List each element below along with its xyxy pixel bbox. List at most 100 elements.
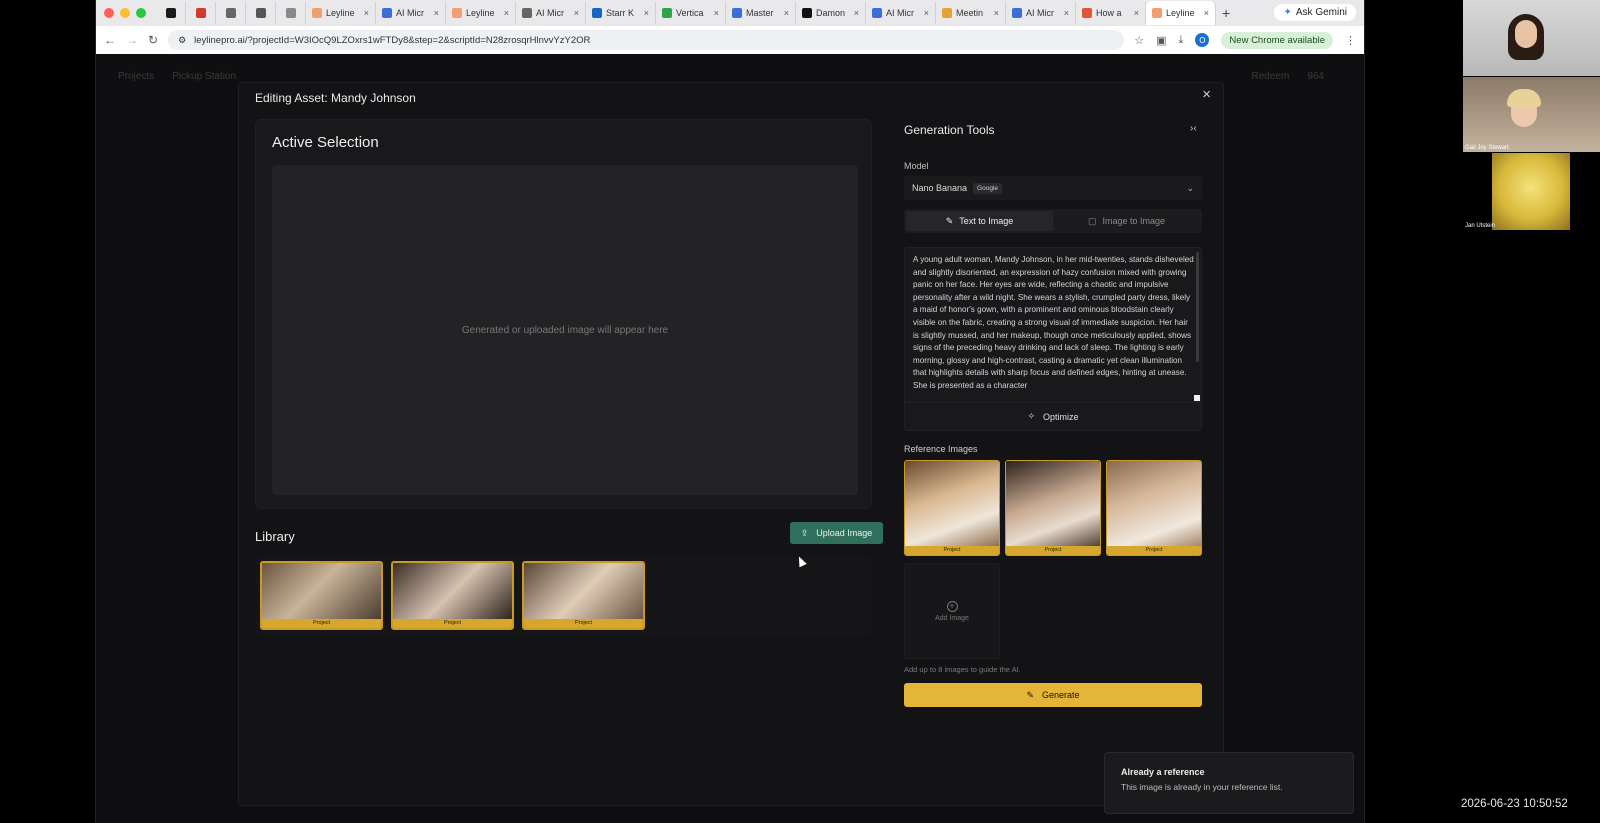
- forward-icon[interactable]: →: [126, 33, 138, 47]
- participant-hair: [1507, 89, 1541, 107]
- collapse-icon[interactable]: ›‹: [1190, 123, 1197, 134]
- generate-button[interactable]: ✎ Generate: [904, 683, 1202, 707]
- browser-tab[interactable]: [276, 2, 306, 24]
- tab-close-icon[interactable]: ×: [924, 8, 929, 18]
- browser-tab[interactable]: AI Micr ×: [866, 2, 936, 24]
- library-item[interactable]: Project: [260, 561, 383, 630]
- tab-favicon-icon: [732, 8, 742, 18]
- browser-tab[interactable]: Meetin ×: [936, 2, 1006, 24]
- recording-timestamp: 2026-06-23 10:50:52: [1461, 798, 1568, 810]
- add-image-button[interactable]: + Add Image: [904, 563, 1000, 659]
- address-bar: ← → ↻ ⚙ leylinepro.ai/?projectId=W3IOcQ9…: [96, 26, 1364, 54]
- tab-favicon-icon: [195, 8, 206, 18]
- nav-projects[interactable]: Projects: [118, 71, 154, 82]
- tab-text-to-image-label: Text to Image: [959, 216, 1014, 226]
- tab-close-icon[interactable]: ×: [504, 8, 509, 18]
- browser-window: Leyline × AI Micr × Leyline × AI Micr × Starr K ×…: [95, 0, 1365, 823]
- reference-images-label: Reference Images: [904, 444, 978, 454]
- bookmark-star-icon[interactable]: ☆: [1134, 34, 1144, 47]
- tab-close-icon[interactable]: ×: [714, 8, 719, 18]
- magic-wand-icon: ✎: [945, 215, 954, 226]
- tab-close-icon[interactable]: ×: [784, 8, 789, 18]
- menu-kebab-icon[interactable]: ⋮: [1345, 34, 1356, 47]
- tab-label: Vertica: [676, 8, 704, 18]
- screen-icon[interactable]: ▣: [1156, 34, 1166, 47]
- prompt-text[interactable]: A young adult woman, Mandy Johnson, in h…: [913, 254, 1195, 400]
- download-icon[interactable]: ⤓: [1179, 34, 1184, 47]
- url-field[interactable]: ⚙ leylinepro.ai/?projectId=W3IOcQ9LZOxrs…: [168, 30, 1125, 50]
- browser-tab[interactable]: Vertica ×: [656, 2, 726, 24]
- prompt-textarea[interactable]: A young adult woman, Mandy Johnson, in h…: [904, 247, 1202, 431]
- image-preview-area[interactable]: Generated or uploaded image will appear …: [272, 165, 858, 495]
- browser-tab[interactable]: [156, 2, 186, 24]
- library-item[interactable]: Project: [391, 561, 514, 630]
- maximize-window-button[interactable]: [136, 8, 146, 18]
- tab-close-icon[interactable]: ×: [1064, 8, 1069, 18]
- browser-tab[interactable]: Starr K ×: [586, 2, 656, 24]
- tab-favicon-icon: [872, 8, 882, 18]
- browser-tab[interactable]: How a ×: [1076, 2, 1146, 24]
- tab-image-to-image[interactable]: ▢ Image to Image: [1053, 211, 1200, 231]
- tab-close-icon[interactable]: ×: [644, 8, 649, 18]
- tab-text-to-image[interactable]: ✎ Text to Image: [906, 211, 1053, 231]
- tab-strip: Leyline × AI Micr × Leyline × AI Micr × Starr K ×…: [96, 0, 1364, 26]
- model-select[interactable]: Nano Banana Google ⌄: [904, 176, 1202, 200]
- tab-label: Starr K: [606, 8, 635, 18]
- browser-tab[interactable]: [186, 2, 216, 24]
- add-image-label: Add Image: [935, 614, 969, 622]
- ask-gemini-label: Ask Gemini: [1295, 7, 1347, 18]
- prompt-scrollbar[interactable]: [1196, 252, 1199, 362]
- close-window-button[interactable]: [104, 8, 114, 18]
- library-item-tag: Project: [262, 619, 381, 628]
- tab-favicon-icon: [802, 8, 812, 18]
- browser-tab[interactable]: Damon ×: [796, 2, 866, 24]
- browser-tab[interactable]: Leyline ×: [306, 2, 376, 24]
- tab-image-to-image-label: Image to Image: [1102, 216, 1166, 226]
- sparkle-icon: ✧: [1027, 411, 1036, 421]
- chevron-down-icon: ⌄: [1186, 182, 1194, 193]
- tab-close-icon[interactable]: ×: [364, 8, 369, 18]
- modal-title: Editing Asset: Mandy Johnson: [255, 91, 416, 105]
- nav-pickup[interactable]: Pickup Station: [172, 71, 236, 82]
- reference-image[interactable]: Project: [904, 460, 1000, 556]
- reload-icon[interactable]: ↻: [148, 33, 158, 47]
- tab-label: Leyline: [326, 8, 355, 18]
- tab-close-icon[interactable]: ×: [994, 8, 999, 18]
- resize-handle[interactable]: [1194, 395, 1200, 401]
- upload-image-button[interactable]: ⇪ Upload Image: [790, 522, 883, 544]
- browser-tab[interactable]: [246, 2, 276, 24]
- reference-image[interactable]: Project: [1106, 460, 1202, 556]
- browser-tab[interactable]: AI Micr ×: [516, 2, 586, 24]
- back-icon[interactable]: ←: [104, 33, 116, 47]
- tab-close-icon[interactable]: ×: [854, 8, 859, 18]
- tab-close-icon[interactable]: ×: [1134, 8, 1139, 18]
- new-tab-button[interactable]: +: [1222, 5, 1230, 21]
- url-text: leylinepro.ai/?projectId=W3IOcQ9LZOxrs1w…: [194, 34, 591, 46]
- browser-tab[interactable]: AI Micr ×: [1006, 2, 1076, 24]
- tab-close-icon[interactable]: ×: [1204, 8, 1209, 18]
- reference-image[interactable]: Project: [1005, 460, 1101, 556]
- browser-tab[interactable]: AI Micr ×: [376, 2, 446, 24]
- new-chrome-button[interactable]: New Chrome available: [1221, 31, 1333, 49]
- participant-face: [1515, 20, 1537, 48]
- ask-gemini-button[interactable]: ✦ Ask Gemini: [1274, 4, 1356, 21]
- browser-tab[interactable]: Leyline ×: [446, 2, 516, 24]
- nav-credits: 964: [1307, 70, 1324, 82]
- tab-close-icon[interactable]: ×: [574, 8, 579, 18]
- minimize-window-button[interactable]: [120, 8, 130, 18]
- tab-close-icon[interactable]: ×: [434, 8, 439, 18]
- tab-favicon-icon: [312, 8, 322, 18]
- preview-placeholder: Generated or uploaded image will appear …: [461, 324, 669, 336]
- browser-tab[interactable]: Leyline ×: [1146, 1, 1216, 25]
- profile-avatar[interactable]: O: [1195, 33, 1210, 47]
- optimize-button[interactable]: ✧ Optimize: [905, 402, 1201, 430]
- site-info-icon[interactable]: ⚙: [178, 35, 186, 46]
- nav-redeem[interactable]: Redeem: [1252, 71, 1290, 82]
- close-icon[interactable]: ×: [1202, 86, 1211, 103]
- tab-favicon-icon: [592, 8, 602, 18]
- library-item[interactable]: Project: [522, 561, 645, 630]
- browser-tab[interactable]: [216, 2, 246, 24]
- browser-tab[interactable]: Master ×: [726, 2, 796, 24]
- tab-label: AI Micr: [886, 8, 914, 18]
- tab-favicon-icon: [255, 8, 266, 18]
